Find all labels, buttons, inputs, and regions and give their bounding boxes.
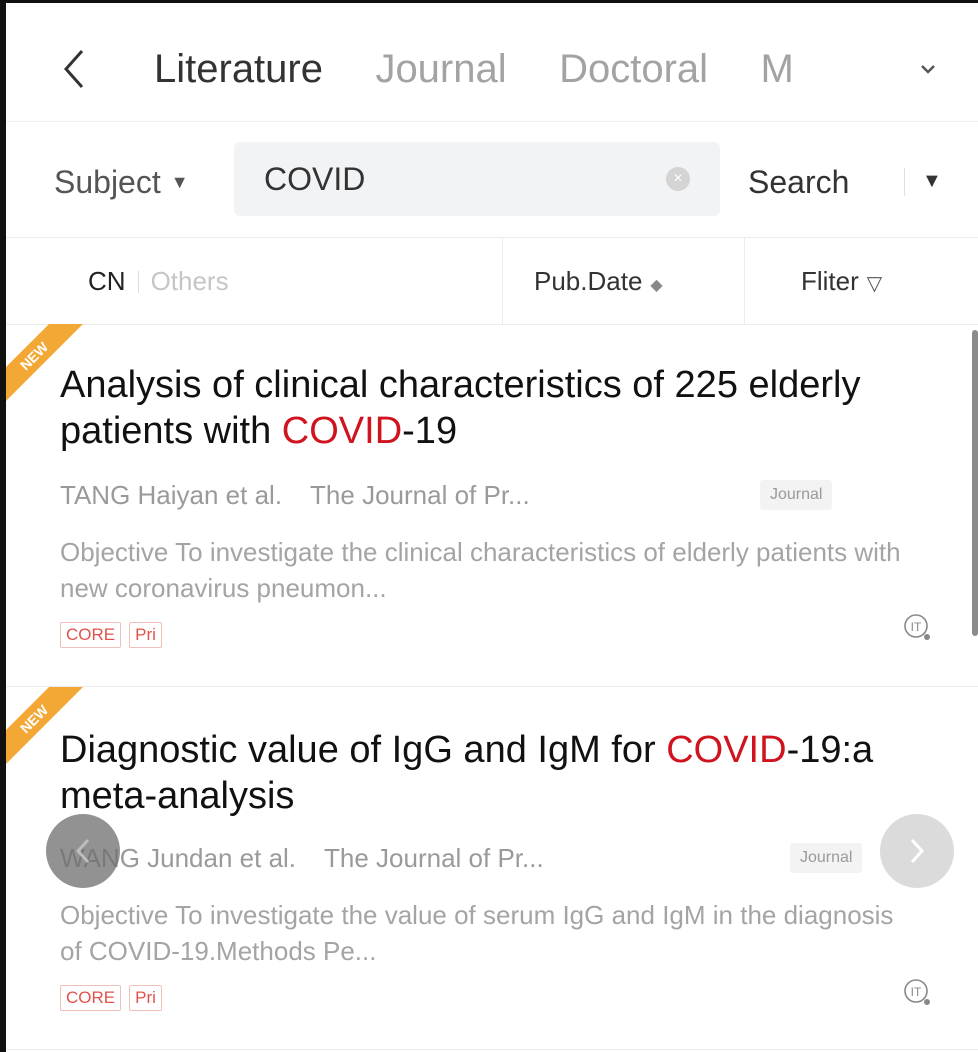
tag-list: CORE Pri: [60, 622, 162, 648]
tag-pri: Pri: [129, 622, 162, 648]
next-button[interactable]: [880, 814, 954, 888]
search-input[interactable]: [264, 142, 654, 216]
divider: [502, 238, 503, 324]
filter-label: Fliter: [801, 266, 859, 296]
type-badge: Journal: [790, 843, 863, 873]
cite-icon[interactable]: IT: [902, 612, 932, 642]
tab-doctoral[interactable]: Doctoral: [559, 37, 708, 101]
result-meta: WANG Jundan et al. The Journal of Pr...: [60, 843, 544, 874]
tag-pri: Pri: [129, 985, 162, 1011]
chevron-right-icon: [910, 838, 925, 864]
result-card[interactable]: NEW Analysis of clinical characteristics…: [6, 324, 978, 687]
more-tabs-button[interactable]: [908, 47, 948, 91]
tab-more-truncated[interactable]: M: [761, 37, 794, 101]
caret-down-icon: ▼: [170, 172, 189, 192]
result-abstract: Objective To investigate the value of se…: [60, 900, 894, 966]
funnel-icon: ▽: [866, 273, 883, 295]
type-badge: Journal: [760, 480, 833, 510]
result-abstract: Objective To investigate the clinical ch…: [60, 537, 901, 603]
title-text: -19: [402, 410, 458, 452]
top-tab-bar: Literature Journal Doctoral M: [6, 3, 978, 121]
chevron-left-icon: [63, 50, 84, 88]
sort-pub-date-button[interactable]: Pub.Date ◆: [534, 266, 663, 297]
authors: TANG Haiyan et al.: [60, 480, 283, 510]
svg-text:IT: IT: [911, 985, 922, 999]
title-text: Diagnostic value of IgG and IgM for: [60, 729, 667, 771]
cite-icon[interactable]: IT: [902, 977, 932, 1007]
lang-others-option[interactable]: Others: [151, 266, 229, 297]
search-field-selector[interactable]: Subject ▼: [54, 164, 189, 201]
svg-text:IT: IT: [911, 620, 922, 634]
previous-button[interactable]: [46, 814, 120, 888]
result-card[interactable]: NEW Diagnostic value of IgG and IgM for …: [6, 687, 978, 1050]
category-tabs: Literature Journal Doctoral M: [154, 37, 898, 101]
tag-core: CORE: [60, 622, 122, 648]
journal-name: The Journal of Pr...: [310, 480, 530, 510]
divider: [744, 238, 745, 324]
title-highlight: COVID: [666, 729, 787, 771]
search-box: ×: [234, 142, 720, 216]
result-meta: TANG Haiyan et al. The Journal of Pr...: [60, 480, 530, 511]
back-button[interactable]: [54, 39, 94, 99]
search-bar: Subject ▼ × Search ▼: [6, 121, 978, 238]
title-text: Analysis of clinical characteristics of …: [60, 364, 861, 452]
chevron-left-icon: [75, 838, 90, 864]
clear-icon[interactable]: ×: [666, 167, 690, 191]
lang-cn-option[interactable]: CN: [88, 266, 126, 297]
filter-bar: CN Others Pub.Date ◆ Fliter ▽: [6, 237, 978, 325]
title-highlight: COVID: [281, 410, 403, 452]
tab-literature[interactable]: Literature: [154, 37, 323, 101]
chevron-down-icon: [921, 65, 935, 74]
tag-list: CORE Pri: [60, 985, 162, 1011]
tab-journal[interactable]: Journal: [375, 37, 506, 101]
tag-core: CORE: [60, 985, 122, 1011]
result-title[interactable]: Analysis of clinical characteristics of …: [60, 362, 918, 454]
scrollbar[interactable]: [972, 330, 978, 636]
results-list: NEW Analysis of clinical characteristics…: [6, 324, 978, 1052]
search-options-caret-icon[interactable]: ▼: [922, 170, 942, 193]
search-button[interactable]: Search: [748, 164, 849, 201]
filter-button[interactable]: Fliter ▽: [801, 266, 882, 297]
sort-label: Pub.Date: [534, 266, 643, 296]
sort-icon: ◆: [650, 277, 663, 294]
search-field-label: Subject: [54, 164, 161, 200]
divider: [137, 270, 139, 293]
journal-name: The Journal of Pr...: [324, 843, 544, 873]
divider: [904, 168, 905, 196]
result-title[interactable]: Diagnostic value of IgG and IgM for COVI…: [60, 727, 918, 819]
language-toggle: CN Others: [88, 266, 229, 297]
